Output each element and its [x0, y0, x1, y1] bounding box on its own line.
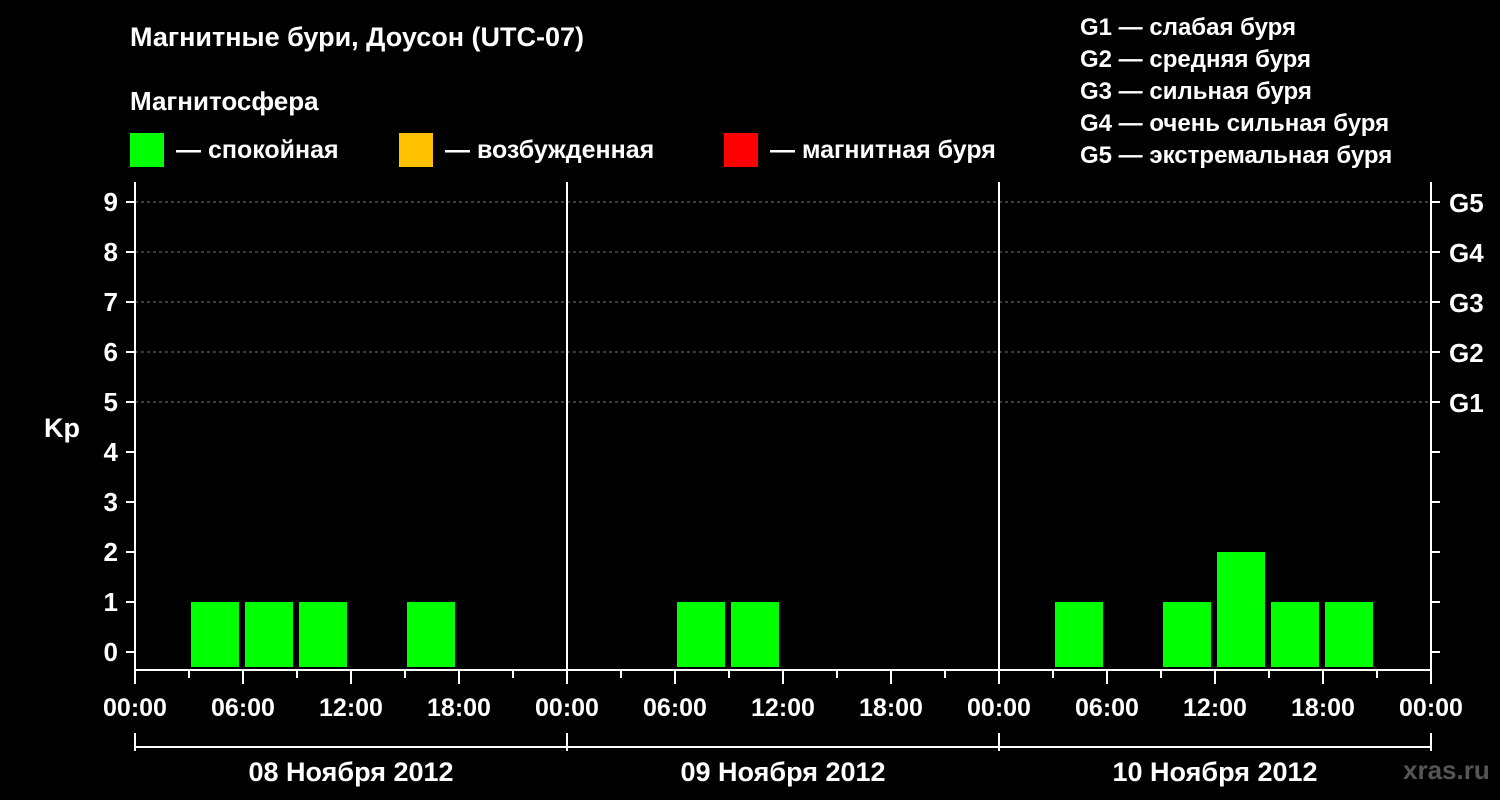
x-tick-label: 18:00 — [859, 694, 923, 722]
x-tick-label: 12:00 — [319, 694, 383, 722]
day-label: 10 Ноября 2012 — [1112, 757, 1317, 787]
x-tick-label: 18:00 — [1291, 694, 1355, 722]
x-tick-label: 00:00 — [1399, 694, 1463, 722]
kp-chart: 0 1 2 3 4 5 6 7 8 9 G1 G2 G3 G4 G5 Kp 00:00 06:00 12:00 18:… — [44, 182, 1484, 787]
g-scale-label: G3 — [1449, 288, 1484, 318]
y-tick-label: 5 — [104, 387, 118, 417]
kp-bar — [407, 602, 455, 667]
g-scale-label: G1 — [1449, 388, 1484, 418]
kp-bar — [245, 602, 293, 667]
g-scale-label: G4 — [1449, 238, 1484, 268]
kp-bar — [1055, 602, 1103, 667]
day-label: 08 Ноября 2012 — [248, 757, 453, 787]
x-tick-label: 18:00 — [427, 694, 491, 722]
x-tick-label: 12:00 — [751, 694, 815, 722]
y-tick-label: 3 — [104, 487, 118, 517]
x-tick-label: 00:00 — [535, 694, 599, 722]
y-tick-label: 9 — [104, 187, 118, 217]
y-axis-label: Kp — [44, 413, 80, 443]
kp-bar — [191, 602, 239, 667]
x-tick-label: 00:00 — [103, 694, 167, 722]
kp-bar — [1271, 602, 1319, 667]
x-tick-label: 06:00 — [643, 694, 707, 722]
x-tick-label: 06:00 — [1075, 694, 1139, 722]
y-tick-label: 4 — [104, 437, 119, 467]
kp-bar — [1325, 602, 1373, 667]
watermark: xras.ru — [1403, 755, 1490, 785]
y-tick-label: 7 — [104, 287, 118, 317]
kp-bar — [677, 602, 725, 667]
day-label: 09 Ноября 2012 — [680, 757, 885, 787]
x-tick-label: 06:00 — [211, 694, 275, 722]
kp-bar — [1163, 602, 1211, 667]
y-tick-label: 2 — [104, 537, 118, 567]
kp-bar — [1217, 552, 1265, 667]
y-tick-label: 8 — [104, 237, 118, 267]
y-tick-label: 1 — [104, 587, 118, 617]
g-scale-label: G5 — [1449, 188, 1484, 218]
kp-bar — [299, 602, 347, 667]
x-tick-label: 12:00 — [1183, 694, 1247, 722]
x-tick-label: 00:00 — [967, 694, 1031, 722]
kp-bar — [731, 602, 779, 667]
g-scale-label: G2 — [1449, 338, 1484, 368]
y-tick-label: 6 — [104, 337, 118, 367]
y-tick-label: 0 — [104, 637, 118, 667]
